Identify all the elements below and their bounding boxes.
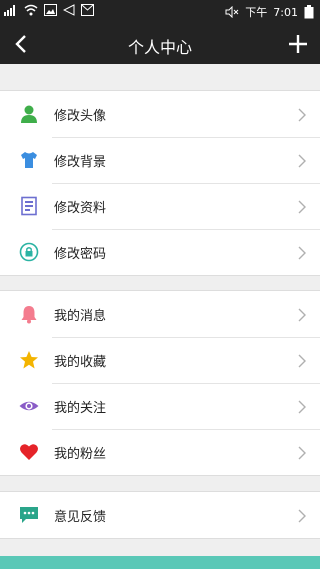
send-icon xyxy=(63,4,75,16)
eye-icon xyxy=(19,396,39,416)
title-bar: 个人中心 xyxy=(0,24,320,64)
mute-icon xyxy=(225,6,239,18)
menu-item-label: 我的粉丝 xyxy=(54,447,107,462)
document-icon xyxy=(19,196,39,216)
menu-item-label: 修改背景 xyxy=(54,155,107,170)
heart-icon xyxy=(19,442,39,462)
menu-item-label: 修改头像 xyxy=(54,109,107,124)
menu-item-change-background[interactable]: 修改背景 xyxy=(0,137,320,183)
menu-item-label: 意见反馈 xyxy=(54,510,107,525)
menu-item-label: 修改密码 xyxy=(54,247,107,262)
settings-group-social: 我的消息 我的收藏 我的关注 我的粉丝 xyxy=(0,290,320,476)
bell-icon xyxy=(19,304,39,324)
image-icon xyxy=(44,4,57,16)
mail-icon xyxy=(81,4,94,16)
menu-item-my-fans[interactable]: 我的粉丝 xyxy=(0,429,320,475)
time: 7:01 xyxy=(273,5,298,19)
shirt-icon xyxy=(19,150,39,170)
menu-item-my-messages[interactable]: 我的消息 xyxy=(0,291,320,337)
chevron-right-icon xyxy=(298,445,306,460)
settings-group-feedback: 意见反馈 xyxy=(0,491,320,539)
menu-item-feedback[interactable]: 意见反馈 xyxy=(0,492,320,538)
bottom-accent-bar xyxy=(0,556,320,569)
page-title: 个人中心 xyxy=(127,38,192,57)
menu-item-label: 我的收藏 xyxy=(54,355,107,370)
plus-icon[interactable] xyxy=(286,32,310,56)
menu-item-label: 我的关注 xyxy=(54,401,107,416)
menu-item-change-password[interactable]: 修改密码 xyxy=(0,229,320,275)
status-bar: 下午 7:01 xyxy=(0,0,320,24)
time-period: 下午 xyxy=(245,6,268,19)
chevron-right-icon xyxy=(298,245,306,260)
star-icon xyxy=(19,350,39,370)
menu-item-my-favorites[interactable]: 我的收藏 xyxy=(0,337,320,383)
person-icon xyxy=(19,104,39,124)
menu-item-label: 修改资料 xyxy=(54,201,107,216)
chat-icon xyxy=(19,505,39,525)
chevron-right-icon xyxy=(298,153,306,168)
menu-item-label: 我的消息 xyxy=(54,309,107,324)
chevron-right-icon xyxy=(298,399,306,414)
menu-item-edit-profile[interactable]: 修改资料 xyxy=(0,183,320,229)
lock-icon xyxy=(19,242,39,262)
menu-item-my-follows[interactable]: 我的关注 xyxy=(0,383,320,429)
wifi-icon xyxy=(24,4,38,16)
signal-icon xyxy=(4,4,18,16)
menu-item-change-avatar[interactable]: 修改头像 xyxy=(0,91,320,137)
chevron-right-icon xyxy=(298,199,306,214)
chevron-right-icon xyxy=(298,353,306,368)
settings-group-profile: 修改头像 修改背景 修改资料 修改密码 xyxy=(0,90,320,276)
chevron-right-icon xyxy=(298,307,306,322)
chevron-right-icon xyxy=(298,508,306,523)
chevron-right-icon xyxy=(298,107,306,122)
battery-icon xyxy=(304,5,314,19)
